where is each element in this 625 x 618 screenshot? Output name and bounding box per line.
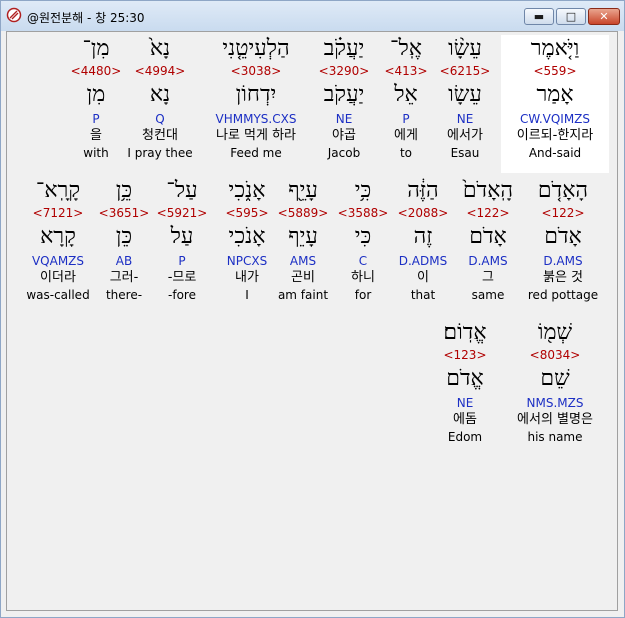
morphology-code: NE xyxy=(456,396,474,410)
window-title: @원전분해 - 창 25:30 xyxy=(27,11,145,25)
english-gloss: Jacob xyxy=(327,146,361,160)
strong-number: <123> xyxy=(443,348,487,362)
word-cell[interactable]: מִן־ <4480> מִן P 을 with xyxy=(46,35,146,161)
korean-gloss: 에돔 xyxy=(453,412,477,427)
word-cell[interactable]: הַלְעִיטֵ֤נִי <3038> יִדְחוֹן VHMMYS.CXS 나로 … xyxy=(206,35,306,161)
english-gloss: Feed me xyxy=(230,146,282,160)
word-cell[interactable]: וַיֹּ֤אמֶר <559> אָמַר CW.VQIMZS 이르되-한지라 And-… xyxy=(501,35,609,173)
minimize-button[interactable]: ▬ xyxy=(524,8,554,25)
lemma-word: יַעֲקֹב xyxy=(323,82,365,107)
strong-number: <3290> xyxy=(318,64,370,78)
hebrew-word: שְׁמ֖וֹ xyxy=(537,320,573,345)
word-cell[interactable]: אֱדֽוֹם׃ <123> אֱדֹם NE 에돔 Edom xyxy=(415,319,515,445)
hebrew-word: הַלְעִיטֵ֤נִי xyxy=(222,36,290,61)
strong-number: <8034> xyxy=(529,348,581,362)
english-gloss: And-said xyxy=(528,146,582,160)
strong-number: <7121> xyxy=(32,206,84,220)
morphology-code: P xyxy=(92,112,100,126)
korean-gloss: 이더라 xyxy=(40,270,76,285)
hebrew-word: קָרָֽא־ xyxy=(35,178,81,203)
lemma-word: קָרָא xyxy=(40,224,76,249)
korean-gloss: 나로 먹게 하라 xyxy=(215,128,297,143)
close-button[interactable]: ✕ xyxy=(588,8,620,25)
title-bar[interactable]: @원전분해 - 창 25:30 ▬ □ ✕ xyxy=(1,1,624,31)
hebrew-word: אֱדֽוֹם׃ xyxy=(443,320,487,345)
word-cell[interactable]: שְׁמ֖וֹ <8034> שֵׁם NMS.MZS 에서의 별명은 his name xyxy=(505,319,605,445)
hebrew-word: יַעֲקֹ֗ב xyxy=(323,36,365,61)
korean-gloss: 야곱 xyxy=(332,128,356,143)
strong-number: <4480> xyxy=(70,64,122,78)
maximize-button[interactable]: □ xyxy=(556,8,586,25)
lemma-word: יִדְחוֹן xyxy=(235,82,277,107)
app-window: @원전분해 - 창 25:30 ▬ □ ✕ וַיֹּ֤אמֶר <559> אָמ… xyxy=(0,0,625,618)
english-gloss: was-called xyxy=(26,288,90,302)
strong-number: <3038> xyxy=(230,64,282,78)
lemma-word: אֱדֹם xyxy=(446,366,484,391)
morphology-code: CW.VQIMZS xyxy=(519,112,591,126)
app-icon xyxy=(6,7,22,23)
word-cell[interactable]: יַעֲקֹ֗ב <3290> יַעֲקֹב NE 야곱 Jacob xyxy=(294,35,394,161)
hebrew-word: וַיֹּ֤אמֶר xyxy=(530,36,580,61)
minimize-icon: ▬ xyxy=(533,10,545,23)
lemma-word: אָמַר xyxy=(536,82,574,107)
morphology-code: VQAMZS xyxy=(31,254,85,268)
morphology-code: VHMMYS.CXS xyxy=(215,112,297,126)
morphology-code: NMS.MZS xyxy=(526,396,584,410)
lemma-word: מִן xyxy=(86,82,106,107)
close-icon: ✕ xyxy=(599,10,609,23)
english-gloss: Edom xyxy=(447,430,483,444)
korean-gloss: 에서의 별명은 xyxy=(517,412,593,427)
word-cell[interactable]: קָרָֽא־ <7121> קָרָא VQAMZS 이더라 was-called xyxy=(8,177,108,303)
maximize-icon: □ xyxy=(565,10,577,23)
korean-gloss: 이르되-한지라 xyxy=(516,128,594,143)
hebrew-word: מִן־ xyxy=(82,36,110,61)
morphology-code: NE xyxy=(335,112,353,126)
lemma-word: שֵׁם xyxy=(540,366,570,391)
word-analysis-panel: וַיֹּ֤אמֶר <559> אָמַר CW.VQIMZS 이르되-한지라 And-… xyxy=(6,31,618,611)
english-gloss: with xyxy=(83,146,109,160)
korean-gloss: 을 xyxy=(90,128,102,143)
strong-number: <559> xyxy=(533,64,577,78)
english-gloss: his name xyxy=(527,430,583,444)
